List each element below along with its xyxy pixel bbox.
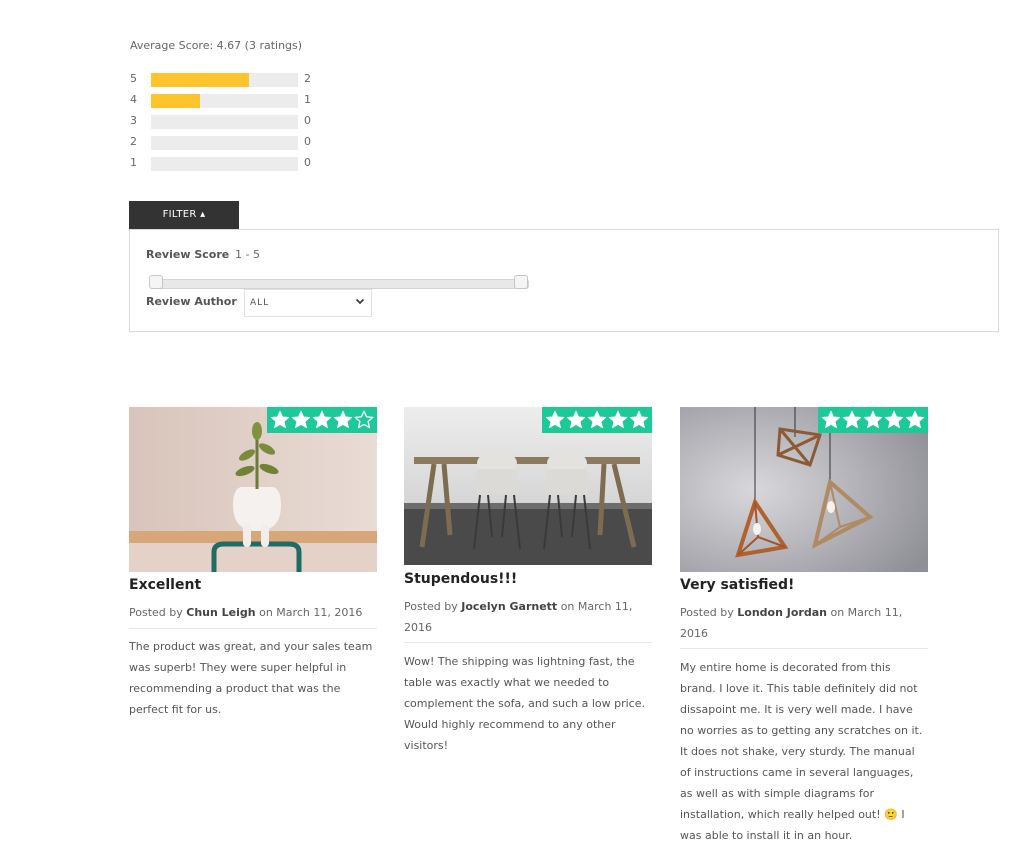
star-empty-icon <box>354 410 374 429</box>
rating-count: 0 <box>304 114 311 127</box>
star-filled-icon <box>608 410 628 428</box>
rating-star-label: 3 <box>130 114 137 127</box>
rating-star-label: 5 <box>130 72 137 85</box>
score-range-slider[interactable] <box>155 279 529 289</box>
star-filled-icon <box>821 410 841 428</box>
review-card: Excellent Posted by Chun Leigh on March … <box>129 407 377 716</box>
star-filled-icon <box>333 410 353 428</box>
review-title: Stupendous!!! <box>404 571 518 587</box>
average-score: Average Score: 4.67 (3 ratings) <box>130 39 303 52</box>
filter-panel: Review Score 1 - 5 Review Author ALL <box>129 229 999 332</box>
rating-star-label: 2 <box>130 135 137 148</box>
divider <box>404 642 652 643</box>
star-filled-icon <box>629 410 649 428</box>
star-filled-icon <box>545 410 565 428</box>
divider <box>680 648 928 649</box>
filter-toggle-button[interactable]: FILTER ▴ <box>129 201 239 229</box>
posted-date: on March 11, 2016 <box>259 606 363 619</box>
review-meta: Posted by London Jordan on March 11, 201… <box>680 602 928 644</box>
review-author: Jocelyn Garnett <box>461 600 558 613</box>
star-filled-icon <box>291 410 311 428</box>
star-filled-icon <box>884 410 904 428</box>
review-body: Wow! The shipping was lightning fast, th… <box>404 655 645 752</box>
star-filled-icon <box>270 410 290 428</box>
rating-bar-fill <box>151 94 200 108</box>
rating-bar-fill <box>151 73 250 87</box>
rating-bar-track <box>151 94 298 108</box>
divider <box>129 628 377 629</box>
review-score-range: 1 - 5 <box>235 248 260 261</box>
star-filled-icon <box>566 410 586 428</box>
rating-stars-badge <box>542 407 652 433</box>
rating-count: 0 <box>304 135 311 148</box>
rating-count: 0 <box>304 156 311 169</box>
star-filled-icon <box>312 410 332 428</box>
review-author: Chun Leigh <box>186 606 256 619</box>
chevron-down-icon <box>355 298 365 305</box>
score-min-handle[interactable] <box>149 275 163 289</box>
review-card: Very satisfied! Posted by London Jordan … <box>680 407 928 842</box>
rating-bar-track <box>151 73 298 87</box>
review-meta: Posted by Jocelyn Garnett on March 11, 2… <box>404 596 652 638</box>
review-title: Very satisfied! <box>680 577 795 593</box>
posted-by-prefix: Posted by <box>404 600 458 613</box>
review-body: My entire home is decorated from this br… <box>680 661 923 842</box>
rating-bar-track <box>151 115 298 129</box>
review-image-plant <box>129 407 377 572</box>
review-card: Stupendous!!! Posted by Jocelyn Garnett … <box>404 407 652 752</box>
rating-star-label: 1 <box>130 156 137 169</box>
review-image-table <box>404 407 652 565</box>
posted-by-prefix: Posted by <box>680 606 734 619</box>
review-author-select[interactable]: ALL <box>244 289 372 317</box>
review-score-label: Review Score <box>146 248 230 261</box>
star-filled-icon <box>905 410 925 428</box>
rating-star-label: 4 <box>130 93 137 106</box>
star-filled-icon <box>587 410 607 428</box>
rating-count: 1 <box>304 93 311 106</box>
review-body: The product was great, and your sales te… <box>129 640 373 716</box>
review-author-value: ALL <box>250 298 270 308</box>
review-title: Excellent <box>129 577 202 593</box>
score-max-handle[interactable] <box>514 275 528 289</box>
review-author-label: Review Author <box>146 295 237 308</box>
star-filled-icon <box>842 410 862 428</box>
rating-bar-track <box>151 157 298 171</box>
rating-stars-badge <box>818 407 928 433</box>
rating-bar-track <box>151 136 298 150</box>
review-image-lamps <box>680 407 928 572</box>
rating-count: 2 <box>304 72 311 85</box>
review-meta: Posted by Chun Leigh on March 11, 2016 <box>129 602 377 623</box>
rating-stars-badge <box>267 407 377 433</box>
review-author: London Jordan <box>737 606 827 619</box>
star-filled-icon <box>863 410 883 428</box>
posted-by-prefix: Posted by <box>129 606 183 619</box>
